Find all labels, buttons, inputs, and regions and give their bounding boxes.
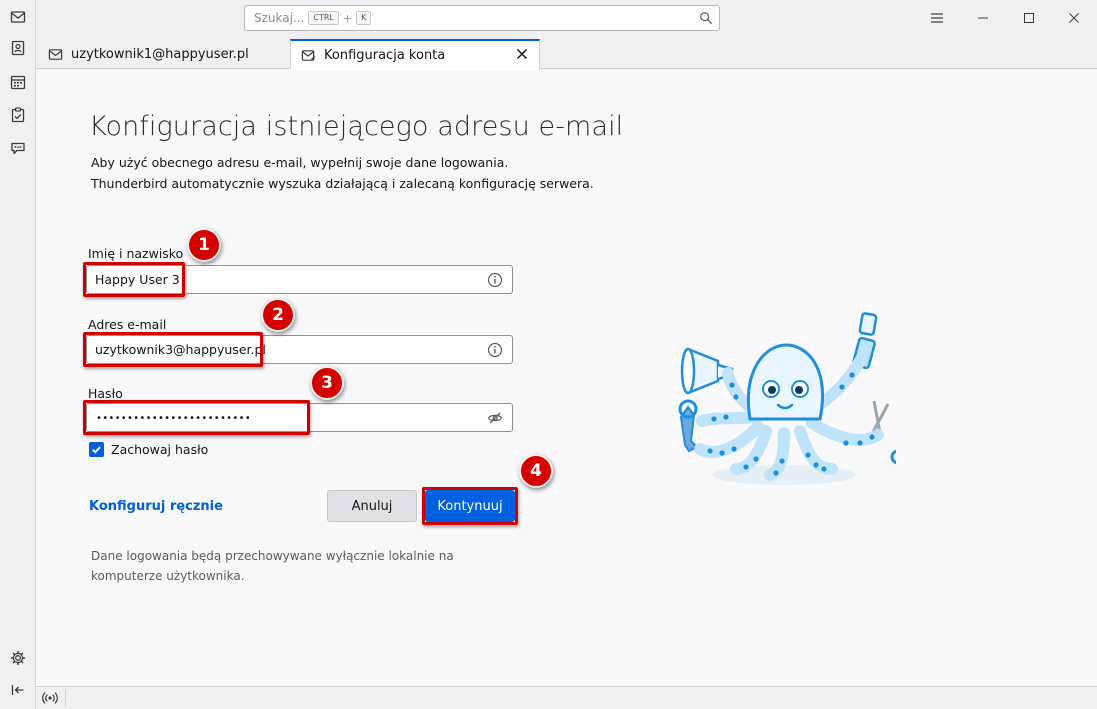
name-label: Imię i nazwisko [88, 246, 184, 261]
continue-highlight-box [422, 487, 518, 525]
cancel-button[interactable]: Anuluj [327, 490, 417, 522]
mail-setup-icon [301, 48, 316, 63]
description-line-2: Thunderbird automatycznie wyszuka działa… [91, 176, 594, 191]
maximize-button[interactable] [1006, 0, 1052, 36]
spaces-toolbar [0, 0, 36, 709]
collapse-sidebar-icon[interactable] [7, 679, 29, 701]
status-bar [36, 686, 1097, 709]
page-title: Konfiguracja istniejącego adresu e-mail [89, 111, 624, 142]
tasks-icon[interactable] [7, 104, 29, 126]
shortcut-key-k: K [356, 11, 372, 25]
remember-password-checkbox[interactable] [89, 442, 104, 457]
shortcut-key-ctrl: CTRL [308, 11, 339, 25]
address-book-icon[interactable] [7, 37, 29, 59]
tab-label: Konfiguracja konta [324, 48, 446, 63]
minimize-icon [978, 17, 988, 19]
info-icon[interactable] [487, 342, 503, 362]
tab-label: uzytkownik1@happyuser.pl [71, 47, 249, 62]
hide-password-icon[interactable] [487, 410, 503, 430]
email-highlight-box [83, 332, 263, 367]
mail-icon[interactable] [7, 6, 29, 28]
manual-config-link[interactable]: Konfiguruj ręcznie [89, 499, 223, 514]
checkmark-icon [92, 446, 101, 454]
online-status-icon[interactable] [41, 690, 59, 709]
status-divider [65, 689, 66, 707]
maximize-icon [1024, 13, 1034, 23]
search-placeholder: Szukaj... [254, 11, 305, 25]
tab-strip: uzytkownik1@happyuser.pl Konfiguracja ko… [36, 38, 1097, 70]
step-badge-3: 3 [310, 366, 344, 400]
close-icon [1069, 13, 1079, 23]
minimize-button[interactable] [960, 0, 1006, 36]
chat-icon[interactable] [7, 137, 29, 159]
privacy-note-line-1: Dane logowania będą przechowywane wyłącz… [91, 549, 454, 563]
remember-password-row[interactable]: Zachowaj hasło [89, 442, 208, 457]
step-badge-2: 2 [261, 298, 295, 332]
search-icon[interactable] [699, 11, 713, 28]
info-icon[interactable] [487, 272, 503, 292]
shortcut-plus: + [342, 11, 353, 25]
remember-password-label: Zachowaj hasło [111, 442, 209, 457]
wrench-icon [678, 399, 699, 453]
password-highlight-box [83, 400, 310, 435]
hamburger-menu-icon [931, 13, 943, 23]
close-window-button[interactable] [1051, 0, 1097, 36]
calendar-icon[interactable] [7, 71, 29, 93]
tab-mail-account[interactable]: uzytkownik1@happyuser.pl [40, 40, 290, 69]
tab-account-setup[interactable]: Konfiguracja konta [290, 39, 540, 70]
name-highlight-box [83, 262, 185, 297]
password-label: Hasło [88, 386, 123, 401]
step-badge-4: 4 [519, 454, 553, 488]
email-label: Adres e-mail [88, 317, 167, 332]
account-setup-page: Konfiguracja istniejącego adresu e-mail … [36, 69, 1097, 686]
thunderbird-window: Szukaj... CTRL + K uzytkownik1@happyuser… [0, 0, 1097, 709]
global-search-input[interactable]: Szukaj... CTRL + K [244, 5, 720, 31]
settings-gear-icon[interactable] [7, 647, 29, 669]
privacy-note-line-2: komputerze użytkownika. [91, 569, 245, 583]
mail-icon [48, 47, 63, 62]
octopus-mascot-illustration [666, 309, 906, 493]
description-line-1: Aby użyć obecnego adresu e-mail, wypełni… [91, 155, 509, 170]
app-menu-button[interactable] [914, 0, 960, 36]
step-badge-1: 1 [187, 228, 221, 262]
close-tab-icon[interactable] [515, 47, 529, 65]
title-bar: Szukaj... CTRL + K [36, 0, 1097, 38]
